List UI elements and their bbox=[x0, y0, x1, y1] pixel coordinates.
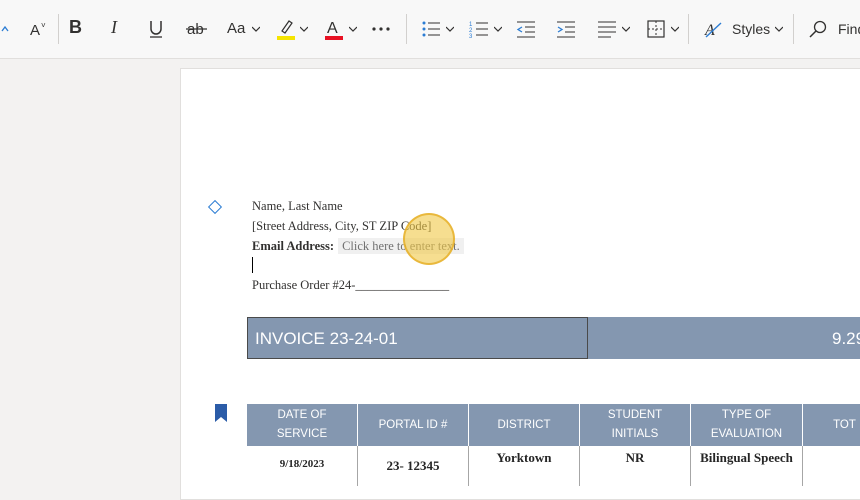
bullets-icon[interactable] bbox=[420, 0, 442, 58]
invoice-title: INVOICE 23-24-01 bbox=[255, 329, 398, 348]
table-cell-district[interactable]: Yorktown bbox=[469, 446, 580, 486]
chevron-down-icon[interactable] bbox=[494, 26, 502, 32]
svg-text:A: A bbox=[327, 20, 338, 37]
chevron-down-icon[interactable] bbox=[300, 26, 308, 32]
svg-text:˅: ˅ bbox=[41, 21, 46, 30]
underline-icon[interactable] bbox=[145, 0, 167, 58]
svg-text:A: A bbox=[30, 22, 40, 38]
chevron-down-icon[interactable] bbox=[446, 26, 454, 32]
email-label: Email Address: bbox=[252, 239, 335, 253]
table-header-evaluation: TYPE OF EVALUATION bbox=[691, 404, 803, 446]
search-icon[interactable] bbox=[807, 0, 829, 58]
styles-button[interactable]: Styles bbox=[732, 21, 770, 37]
table-header-student-initials: STUDENT INITIALS bbox=[580, 404, 691, 446]
ribbon-toolbar: A ˅ B I ab Aa A 123 A Styles Fin bbox=[0, 0, 860, 59]
strikethrough-icon[interactable]: ab bbox=[185, 0, 209, 58]
borders-icon[interactable] bbox=[645, 0, 667, 58]
more-options-icon[interactable] bbox=[370, 0, 392, 58]
purchase-order-line[interactable]: Purchase Order #24-_______________ bbox=[252, 278, 449, 293]
click-indicator bbox=[403, 213, 455, 265]
table-header-total: TOT bbox=[803, 404, 860, 446]
table-cell-date[interactable]: 9/18/2023 bbox=[247, 446, 358, 486]
increase-indent-icon[interactable] bbox=[555, 0, 577, 58]
table-cell-student-initials[interactable]: NR bbox=[580, 446, 691, 486]
scroll-left-icon[interactable] bbox=[0, 0, 10, 58]
align-icon[interactable] bbox=[596, 0, 618, 58]
bold-button[interactable]: B bbox=[69, 17, 82, 38]
chevron-down-icon[interactable] bbox=[671, 26, 679, 32]
table-header-district: DISTRICT bbox=[469, 404, 580, 446]
table-cell-total[interactable] bbox=[803, 446, 860, 486]
chevron-down-icon[interactable] bbox=[252, 26, 260, 32]
change-case-button[interactable]: Aa bbox=[227, 20, 245, 37]
highlighter-icon[interactable] bbox=[274, 0, 298, 58]
font-color-icon[interactable]: A bbox=[322, 0, 346, 58]
chevron-down-icon[interactable] bbox=[622, 26, 630, 32]
decrease-indent-icon[interactable] bbox=[515, 0, 537, 58]
numbering-icon[interactable]: 123 bbox=[468, 0, 490, 58]
table-header-date: DATE OF SERVICE bbox=[247, 404, 358, 446]
text-cursor bbox=[252, 257, 253, 273]
chevron-down-icon[interactable] bbox=[349, 26, 357, 32]
table-cell-evaluation[interactable]: Bilingual Speech bbox=[691, 446, 803, 486]
find-button[interactable]: Find bbox=[838, 21, 860, 37]
table-header-portal-id: PORTAL ID # bbox=[358, 404, 469, 446]
styles-icon[interactable]: A bbox=[702, 0, 726, 58]
table-cell-portal-id[interactable]: 23- 12345 bbox=[358, 446, 469, 486]
invoice-date: 9.29 bbox=[832, 329, 860, 348]
chevron-down-icon[interactable] bbox=[775, 26, 783, 32]
italic-button[interactable]: I bbox=[111, 17, 117, 38]
decrease-font-size-icon[interactable]: A ˅ bbox=[26, 0, 50, 58]
name-line[interactable]: Name, Last Name bbox=[252, 199, 343, 214]
bookmark-icon[interactable] bbox=[215, 404, 227, 422]
svg-text:3: 3 bbox=[469, 34, 473, 38]
